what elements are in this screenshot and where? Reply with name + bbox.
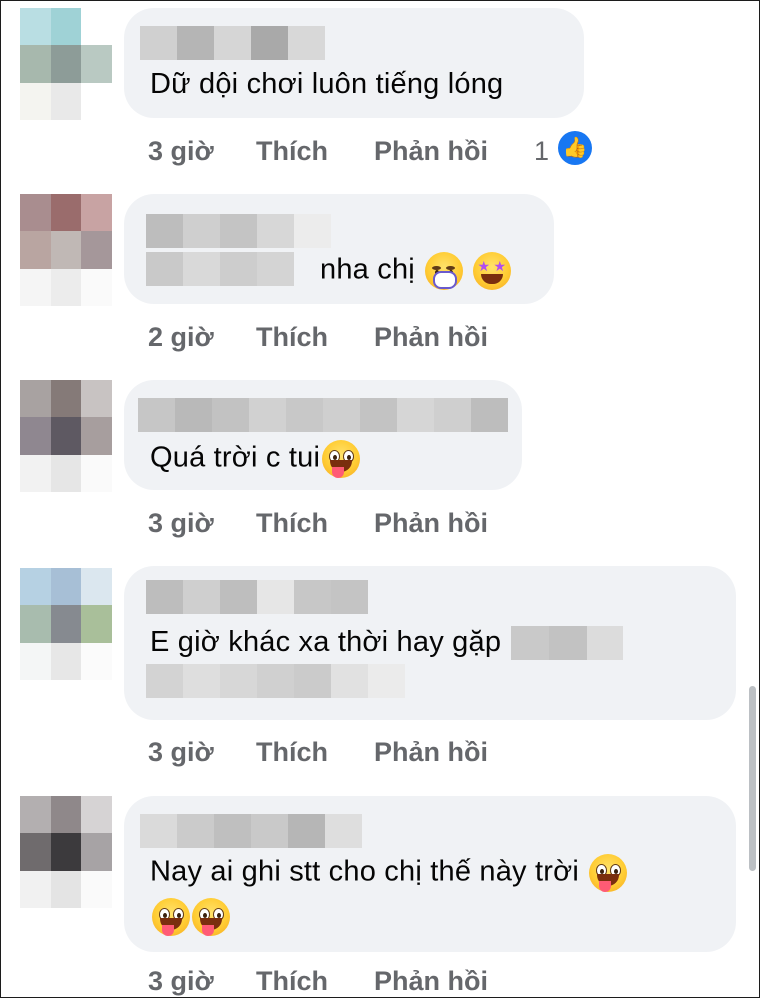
like-link[interactable]: Thích bbox=[256, 737, 328, 768]
reply-link[interactable]: Phản hồi bbox=[374, 322, 488, 353]
comment-bubble: E giờ khác xa thời hay gặp bbox=[124, 566, 736, 720]
blurred-author-name bbox=[140, 26, 325, 60]
hand-over-mouth-emoji bbox=[425, 252, 464, 290]
like-link[interactable]: Thích bbox=[256, 322, 328, 353]
comment-bubble: Quá trời c tui bbox=[124, 380, 522, 490]
grinning-tongue-emoji bbox=[589, 854, 628, 892]
vertical-scrollbar[interactable] bbox=[749, 686, 756, 871]
reply-link[interactable]: Phản hồi bbox=[374, 508, 488, 539]
comment-text: E giờ khác xa thời hay gặp bbox=[150, 626, 624, 661]
comment-bubble: Nay ai ghi stt cho chị thế này trời bbox=[124, 796, 736, 952]
like-link[interactable]: Thích bbox=[256, 966, 328, 997]
comment-text: nha chị ★ ★ bbox=[320, 252, 512, 290]
blurred-author-name bbox=[140, 814, 362, 848]
emoji-line bbox=[150, 898, 230, 936]
comment-text: Dữ dội chơi luôn tiếng lóng bbox=[150, 68, 504, 100]
comment-text-value: E giờ khác xa thời hay gặp bbox=[150, 626, 502, 658]
like-link[interactable]: Thích bbox=[256, 136, 328, 167]
grinning-tongue-emoji bbox=[192, 898, 230, 936]
comment-text-value: Nay ai ghi stt cho chị thế này trời bbox=[150, 855, 579, 888]
avatar[interactable] bbox=[20, 8, 112, 120]
reaction-count[interactable]: 1 bbox=[534, 136, 549, 167]
comment-bubble: nha chị ★ ★ bbox=[124, 194, 554, 304]
avatar[interactable] bbox=[20, 194, 112, 306]
avatar[interactable] bbox=[20, 568, 112, 680]
reply-link[interactable]: Phản hồi bbox=[374, 136, 488, 167]
reply-link[interactable]: Phản hồi bbox=[374, 737, 488, 768]
comment-text-value: Quá trời c tui bbox=[150, 441, 321, 474]
timestamp[interactable]: 3 giờ bbox=[148, 966, 214, 997]
timestamp[interactable]: 3 giờ bbox=[148, 737, 214, 768]
star-struck-emoji: ★ ★ bbox=[473, 252, 512, 290]
comment-text: Nay ai ghi stt cho chị thế này trời bbox=[150, 854, 628, 892]
blurred-author-name bbox=[146, 580, 368, 614]
timestamp[interactable]: 2 giờ bbox=[148, 322, 214, 353]
blurred-author-name bbox=[146, 214, 331, 248]
grinning-tongue-emoji bbox=[152, 898, 190, 936]
reply-link[interactable]: Phản hồi bbox=[374, 966, 488, 997]
blurred-text bbox=[511, 626, 624, 661]
avatar[interactable] bbox=[20, 380, 112, 492]
comment-bubble: Dữ dội chơi luôn tiếng lóng bbox=[124, 8, 584, 118]
comment-text: Quá trời c tui bbox=[150, 440, 361, 478]
timestamp[interactable]: 3 giờ bbox=[148, 136, 214, 167]
thumbs-up-icon[interactable]: 👍 bbox=[558, 131, 592, 165]
avatar[interactable] bbox=[20, 796, 112, 908]
like-link[interactable]: Thích bbox=[256, 508, 328, 539]
comment-text-value: nha chị bbox=[320, 253, 415, 286]
blurred-author-name bbox=[138, 398, 508, 432]
blurred-text bbox=[146, 664, 405, 698]
blurred-text bbox=[146, 252, 294, 286]
grinning-tongue-emoji bbox=[322, 440, 361, 478]
timestamp[interactable]: 3 giờ bbox=[148, 508, 214, 539]
